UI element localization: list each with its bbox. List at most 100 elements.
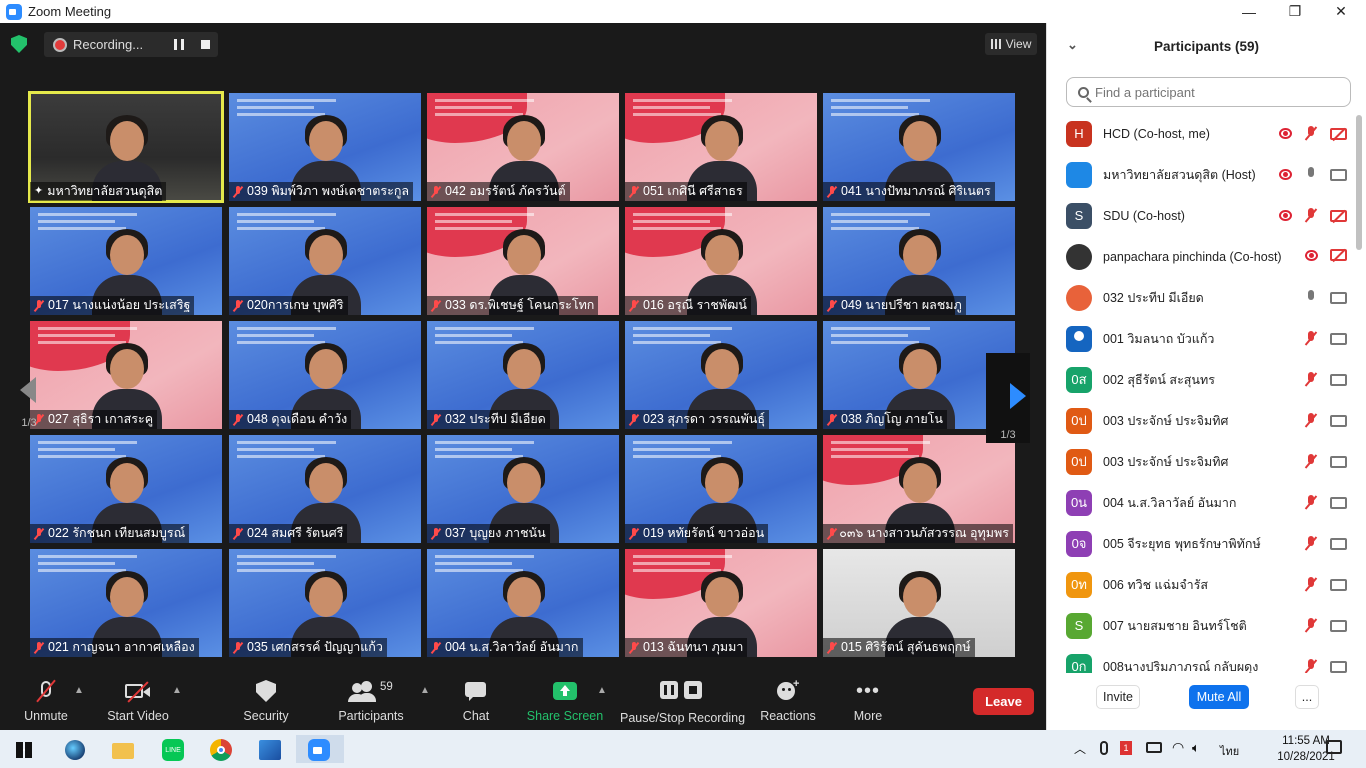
mute-all-button[interactable]: Mute All (1189, 685, 1249, 709)
participants-button[interactable]: 59 Participants (336, 679, 406, 723)
photos-app-icon[interactable] (255, 735, 285, 763)
participant-row[interactable]: 0ท 006 ทวิช แฉ่มจำรัส (1047, 564, 1355, 605)
participant-row[interactable]: 0ป 003 ประจักษ์ ประจิมทิศ (1047, 400, 1355, 441)
participant-list-scrollbar[interactable] (1356, 115, 1362, 250)
browser-globe-icon[interactable] (60, 735, 90, 763)
video-tile[interactable]: 013 ฉันทนา ภุมมา (625, 549, 817, 657)
video-tile[interactable]: 022 รักชนก เทียนสมบูรณ์ (30, 435, 222, 543)
microphone-muted-icon[interactable] (1304, 659, 1318, 673)
microphone-icon[interactable] (1304, 290, 1318, 305)
participant-row[interactable]: 0จ 005 จีระยุทธ พุทธรักษาพิทักษ์ (1047, 523, 1355, 564)
participant-name-label: 020การเกษ บุพศิริ (229, 296, 348, 315)
reactions-button[interactable]: + Reactions (760, 678, 816, 723)
microphone-muted-icon[interactable] (1304, 618, 1318, 633)
video-options-caret-icon[interactable]: ▲ (172, 685, 182, 696)
microphone-muted-icon[interactable] (1304, 495, 1318, 510)
video-tile[interactable]: 015 ศิริรัตน์ สุคันธพฤกษ์ (823, 549, 1015, 657)
restore-button[interactable]: ❐ (1272, 0, 1318, 23)
collapse-chevron-icon[interactable]: ⌄ (1067, 37, 1078, 53)
participant-name: 032 ประทีป มีเอียด (445, 412, 546, 426)
encryption-shield-icon[interactable] (11, 35, 27, 53)
close-button[interactable]: ✕ (1318, 0, 1364, 23)
wifi-icon[interactable]: ◠ (1172, 739, 1184, 756)
video-tile[interactable]: 033 ดร.พิเชษฐ์ โคนกระโทก (427, 207, 619, 315)
microphone-muted-icon[interactable] (1304, 331, 1318, 346)
video-tile[interactable]: 020การเกษ บุพศิริ (229, 207, 421, 315)
participant-row[interactable]: 0ก 008นางปริมภาภรณ์ กลับผดุง (1047, 646, 1355, 673)
minimize-button[interactable]: — (1226, 0, 1272, 23)
participants-caret-icon[interactable]: ▲ (420, 685, 430, 696)
battery-icon[interactable] (1146, 742, 1162, 753)
video-tile[interactable]: 021 กาญจนา อากาศเหลือง (30, 549, 222, 657)
action-center-icon[interactable] (1326, 740, 1342, 754)
microphone-muted-icon[interactable] (1304, 536, 1318, 551)
participant-row[interactable]: S 007 นายสมชาย อินทร์โชติ (1047, 605, 1355, 646)
video-tile[interactable]: 032 ประทีป มีเอียด (427, 321, 619, 429)
participant-row[interactable]: 001 วิมลนาถ บัวแก้ว (1047, 318, 1355, 359)
more-options-button[interactable]: ... (1295, 685, 1319, 709)
video-tile[interactable]: 016 อรุณี ราชพัฒน์ (625, 207, 817, 315)
pause-recording-icon[interactable] (174, 39, 184, 50)
stop-recording-icon[interactable] (201, 40, 210, 49)
participant-status-icons (1279, 126, 1347, 141)
chrome-icon[interactable] (206, 735, 236, 763)
video-tile[interactable]: 027 สุธิรา เกาสระคู (30, 321, 222, 429)
participant-row[interactable]: 0ป 003 ประจักษ์ ประจิมทิศ (1047, 441, 1355, 482)
participant-row[interactable]: H HCD (Co-host, me) (1047, 113, 1355, 154)
microphone-muted-icon[interactable] (1304, 577, 1318, 592)
previous-page-button[interactable]: 1/3 (14, 353, 44, 443)
video-tile[interactable]: 042 อมรรัตน์ ภัครวันต์ (427, 93, 619, 201)
chat-button[interactable]: Chat (456, 679, 496, 723)
security-button[interactable]: Security (238, 679, 294, 723)
microphone-muted-icon[interactable] (1304, 208, 1318, 223)
video-tile[interactable]: 049 นายปรีชา ผลชมภู (823, 207, 1015, 315)
notification-badge-icon[interactable]: 1 (1120, 741, 1132, 755)
next-page-button[interactable]: 1/3 (986, 353, 1030, 443)
pause-stop-recording-button[interactable]: Pause/Stop Recording (620, 679, 745, 725)
share-screen-button[interactable]: Share Screen (526, 679, 604, 723)
input-language[interactable]: ไทย (1220, 742, 1239, 760)
participant-row[interactable]: 0ส 002 สุธีรัตน์ สะสุนทร (1047, 359, 1355, 400)
video-tile[interactable]: 041 นางปัทมาภรณ์ ศิริเนตร (823, 93, 1015, 201)
video-tile[interactable]: 024 สมศรี รัตนศรี (229, 435, 421, 543)
muted-mic-icon (827, 641, 837, 654)
invite-button[interactable]: Invite (1096, 685, 1140, 709)
tray-overflow-icon[interactable]: ︿ (1074, 740, 1086, 757)
video-tile[interactable]: 048 ดุจเดือน คำวัง (229, 321, 421, 429)
video-tile[interactable]: 017 นางแน่งน้อย ประเสริฐ (30, 207, 222, 315)
participant-row[interactable]: 0น 004 น.ส.วิลาวัลย์ อันมาก (1047, 482, 1355, 523)
video-tile[interactable]: ๐๓๖ นางสาวนภัสวรรณ อุทุมพร (823, 435, 1015, 543)
windows-start-icon[interactable] (8, 735, 38, 763)
video-tile[interactable]: 004 น.ส.วิลาวัลย์ อันมาก (427, 549, 619, 657)
microphone-icon[interactable] (1304, 167, 1318, 182)
unmute-button[interactable]: Unmute (18, 679, 74, 723)
more-button[interactable]: ••• More (848, 679, 888, 723)
microphone-muted-icon[interactable] (1304, 126, 1318, 141)
microphone-muted-icon[interactable] (1304, 454, 1318, 469)
video-tile[interactable]: 019 หทัยรัตน์ ขาวอ่อน (625, 435, 817, 543)
participant-row[interactable]: panpachara pinchinda (Co-host) (1047, 236, 1355, 277)
video-tile[interactable]: 037 บุญยง ภาชนัน (427, 435, 619, 543)
participant-row[interactable]: 032 ประทีป มีเอียด (1047, 277, 1355, 318)
microphone-muted-icon[interactable] (1304, 372, 1318, 387)
file-explorer-icon[interactable] (108, 735, 138, 763)
participant-row[interactable]: มหาวิทยาลัยสวนดุสิต (Host) (1047, 154, 1355, 195)
participant-search-input[interactable] (1095, 84, 1335, 100)
audio-options-caret-icon[interactable]: ▲ (74, 685, 84, 696)
video-tile[interactable]: ✦ มหาวิทยาลัยสวนดุสิต (28, 91, 224, 203)
participant-row[interactable]: S SDU (Co-host) (1047, 195, 1355, 236)
microphone-tray-icon[interactable] (1100, 741, 1108, 755)
line-app-icon[interactable]: LINE (158, 735, 188, 763)
video-tile[interactable]: 039 พิมพ์วิภา พงษ์เดชาตระกูล (229, 93, 421, 201)
video-tile[interactable]: 023 สุภรดา วรรณพันธุ์ (625, 321, 817, 429)
share-options-caret-icon[interactable]: ▲ (597, 685, 607, 696)
microphone-muted-icon[interactable] (1304, 413, 1318, 428)
participant-search[interactable] (1066, 77, 1351, 107)
volume-icon[interactable]: 🔈︎ (1192, 740, 1200, 756)
video-tile[interactable]: 051 เกศินี ศรีสาธร (625, 93, 817, 201)
view-button[interactable]: View (985, 33, 1037, 55)
zoom-taskbar-icon[interactable] (296, 735, 344, 763)
start-video-button[interactable]: Start Video (104, 679, 172, 723)
video-tile[interactable]: 035 เศกสรรค์ ปัญญาแก้ว (229, 549, 421, 657)
leave-button[interactable]: Leave (973, 688, 1034, 715)
